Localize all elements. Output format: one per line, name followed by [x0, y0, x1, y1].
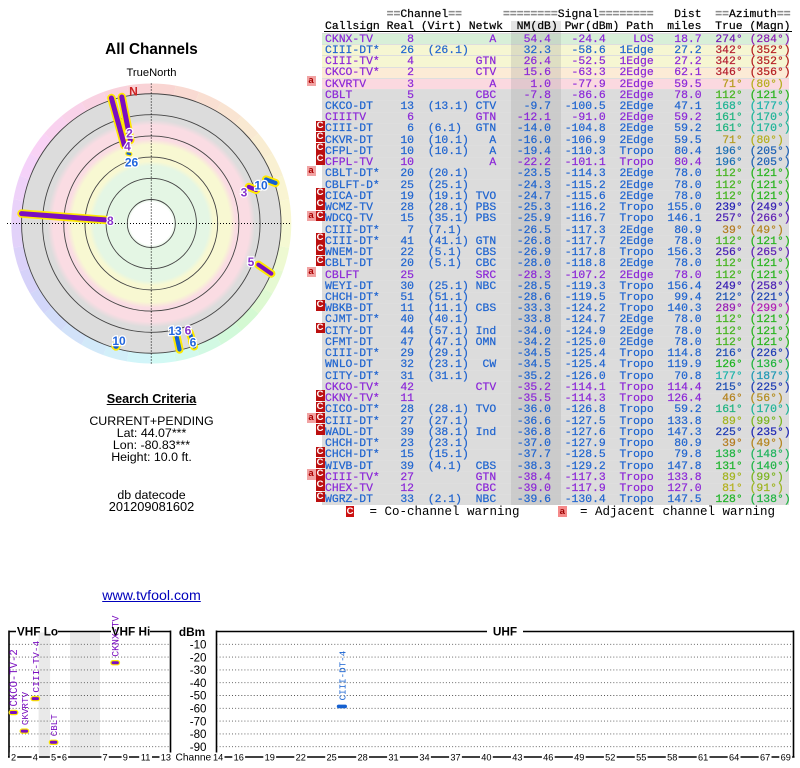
svg-text:28: 28 [357, 753, 367, 763]
svg-text:7: 7 [103, 753, 108, 763]
svg-text:dBm: dBm [179, 625, 205, 639]
svg-text:13: 13 [161, 753, 171, 763]
svg-text:52: 52 [605, 753, 615, 763]
svg-text:67: 67 [760, 753, 770, 763]
svg-text:25: 25 [326, 753, 336, 763]
svg-text:-60: -60 [190, 703, 207, 716]
svg-text:22: 22 [296, 753, 306, 763]
svg-text:69: 69 [781, 753, 791, 763]
svg-text:19: 19 [265, 753, 275, 763]
svg-text:CBLT: CBLT [49, 714, 60, 737]
svg-text:Channel: Channel [176, 753, 214, 764]
svg-text:5: 5 [51, 753, 56, 763]
svg-text:14: 14 [213, 753, 223, 763]
svg-text:64: 64 [729, 753, 739, 763]
svg-text:16: 16 [234, 753, 244, 763]
svg-text:37: 37 [450, 753, 460, 763]
svg-text:UHF: UHF [493, 625, 517, 639]
svg-text:CKNX-TV: CKNX-TV [111, 615, 122, 656]
svg-text:-30: -30 [190, 664, 207, 677]
svg-text:-80: -80 [190, 728, 207, 741]
svg-text:CKVRTV: CKVRTV [20, 692, 31, 726]
svg-text:46: 46 [543, 753, 553, 763]
svg-text:31: 31 [388, 753, 398, 763]
svg-text:-50: -50 [190, 690, 207, 703]
svg-text:49: 49 [574, 753, 584, 763]
svg-text:2: 2 [11, 753, 16, 763]
svg-text:CIII-DT-4: CIII-DT-4 [337, 650, 348, 700]
svg-text:9: 9 [123, 753, 128, 763]
svg-text:58: 58 [667, 753, 677, 763]
svg-text:4: 4 [33, 753, 38, 763]
svg-text:-70: -70 [190, 715, 207, 728]
svg-text:-20: -20 [190, 651, 207, 664]
svg-text:6: 6 [62, 753, 67, 763]
svg-text:43: 43 [512, 753, 522, 763]
svg-text:40: 40 [481, 753, 491, 763]
svg-text:34: 34 [419, 753, 429, 763]
svg-text:CIII-TV-4: CIII-TV-4 [31, 641, 42, 693]
svg-text:61: 61 [698, 753, 708, 763]
svg-text:-10: -10 [190, 639, 207, 652]
svg-text:-40: -40 [190, 677, 207, 690]
svg-text:11: 11 [141, 753, 151, 763]
svg-text:VHF Lo: VHF Lo [17, 625, 58, 639]
svg-text:55: 55 [636, 753, 646, 763]
